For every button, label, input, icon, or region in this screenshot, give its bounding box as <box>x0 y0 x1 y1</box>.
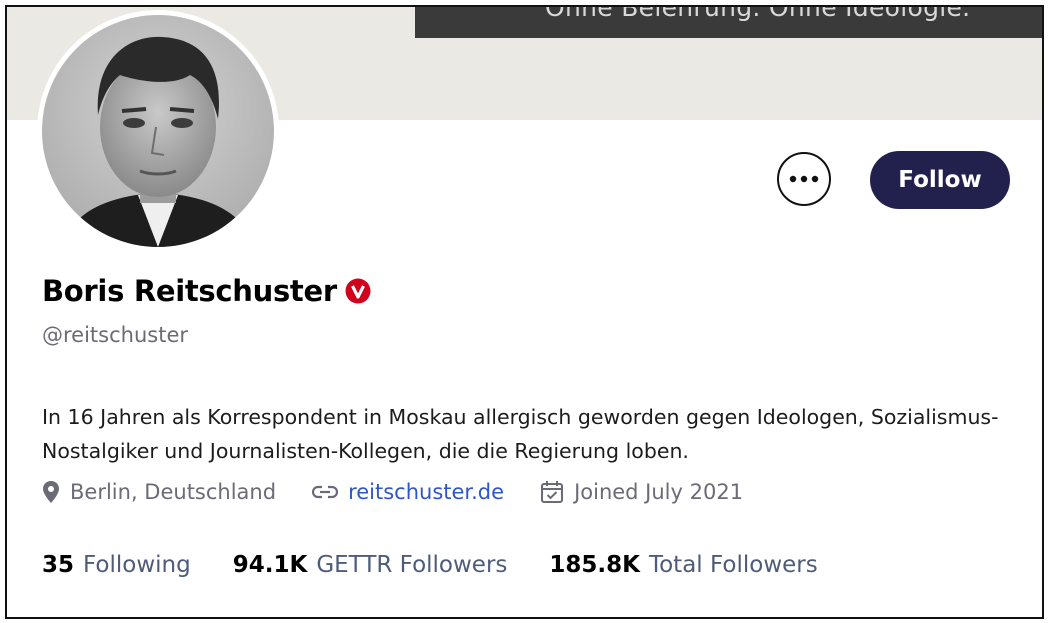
joined-text: Joined July 2021 <box>574 480 744 504</box>
website-link[interactable]: reitschuster.de <box>348 480 504 504</box>
gettr-followers-count: 94.1K <box>232 552 308 578</box>
follow-button[interactable]: Follow <box>870 151 1010 209</box>
profile-meta: Berlin, Deutschland reitschuster.de Join… <box>42 480 743 504</box>
verified-badge-icon <box>345 278 371 304</box>
location-text: Berlin, Deutschland <box>70 480 277 504</box>
gettr-followers-label: GETTR Followers <box>316 552 508 578</box>
user-handle: @reitschuster <box>42 323 188 347</box>
profile-bio: In 16 Jahren als Korrespondent in Moskau… <box>42 405 999 463</box>
gettr-followers-stat[interactable]: 94.1K GETTR Followers <box>233 552 508 578</box>
avatar[interactable] <box>37 10 279 252</box>
more-options-button[interactable] <box>777 152 831 206</box>
following-label: Following <box>83 552 191 578</box>
website[interactable]: reitschuster.de <box>312 480 504 504</box>
ellipsis-icon <box>789 175 819 183</box>
total-followers-count: 185.8K <box>549 552 640 578</box>
total-followers-stat[interactable]: 185.8K Total Followers <box>549 552 817 578</box>
joined-date: Joined July 2021 <box>540 480 743 504</box>
link-icon <box>312 485 339 499</box>
display-name: Boris Reitschuster <box>42 274 337 308</box>
total-followers-label: Total Followers <box>648 552 818 578</box>
calendar-icon <box>541 481 564 503</box>
following-stat[interactable]: 35 Following <box>42 552 191 578</box>
profile-name-row: Boris Reitschuster <box>42 274 371 308</box>
profile-card: Ohne Belehrung. Ohne Ideologie. Follow B… <box>5 5 1044 619</box>
cover-banner-text: Ohne Belehrung. Ohne Ideologie. <box>545 7 971 22</box>
profile-stats: 35 Following 94.1K GETTR Followers 185.8… <box>42 552 818 578</box>
map-pin-icon <box>43 481 59 503</box>
avatar-photo <box>42 15 274 247</box>
location: Berlin, Deutschland <box>42 480 276 504</box>
cover-banner: Ohne Belehrung. Ohne Ideologie. <box>415 7 1042 38</box>
following-count: 35 <box>42 552 75 578</box>
